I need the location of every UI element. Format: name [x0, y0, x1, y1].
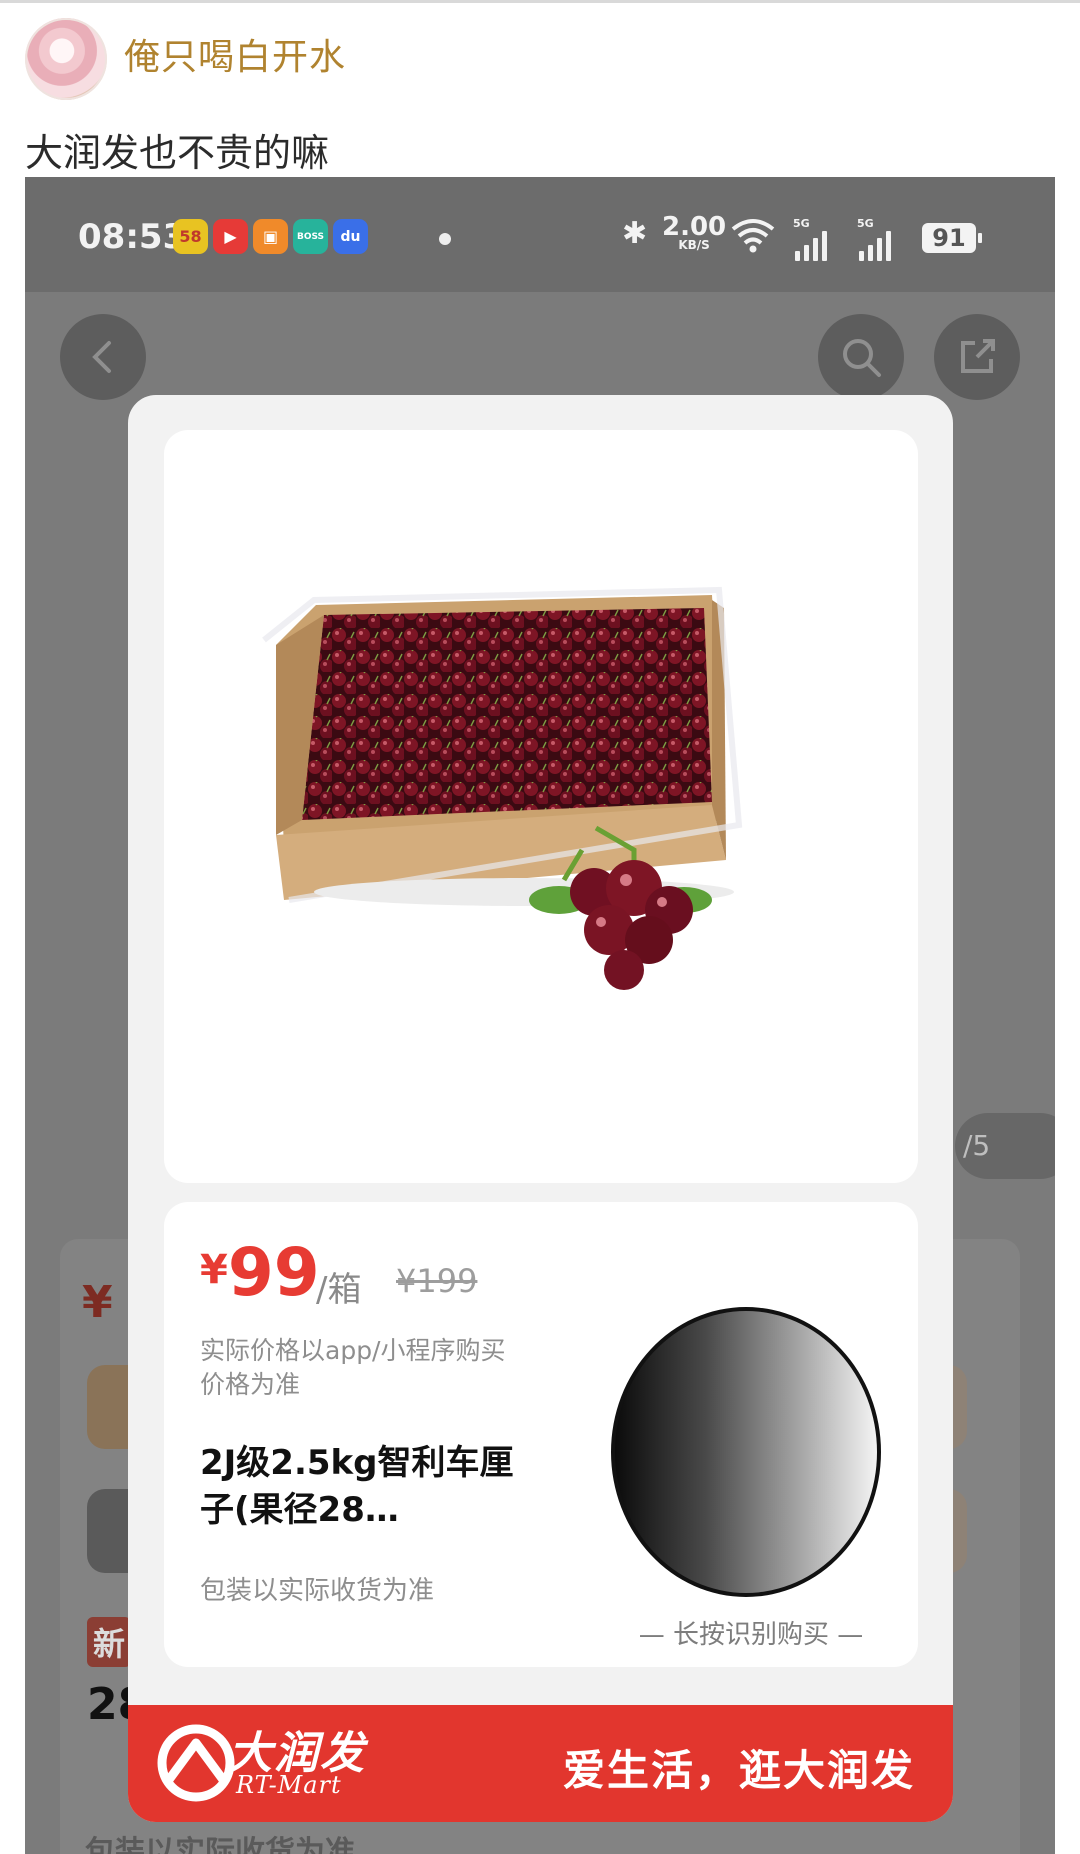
price-value: 99 [227, 1234, 320, 1311]
brand-slogan: 爱生活，逛大润发 [562, 1746, 915, 1795]
58-app-icon: 58 [173, 219, 208, 254]
share-icon [961, 339, 995, 373]
post-text: 大润发也不贵的嘛 [25, 131, 330, 175]
current-price: ¥99 [200, 1234, 320, 1311]
signal-2-icon [859, 231, 891, 261]
back-button[interactable] [60, 314, 146, 400]
search-icon [843, 339, 881, 377]
brand-footer: 大润发 RT-Mart 爱生活，逛大润发 [128, 1705, 953, 1822]
share-button[interactable] [934, 314, 1020, 400]
gift-app-icon: ▣ [253, 219, 288, 254]
boss-app-icon: BOSS [293, 219, 328, 254]
brand-name-en: RT-Mart [236, 1771, 342, 1799]
background-badge-fragment: 新 [87, 1617, 132, 1667]
packaging-note: 包装以实际收货为准 [200, 1576, 435, 1606]
signal-1-icon [795, 231, 827, 261]
avatar[interactable] [25, 18, 107, 100]
background-price-fragment: ¥ [82, 1277, 113, 1328]
price-symbol: ¥ [200, 1247, 228, 1293]
product-image-card [164, 430, 918, 1183]
battery-indicator: 91 [922, 223, 982, 253]
video-app-icon: ▶ [213, 219, 248, 254]
notification-dot [439, 233, 451, 245]
purchase-qr-code[interactable] [611, 1307, 881, 1597]
status-bar: 08:53 58 ▶ ▣ BOSS du ✱ 2.00 KB/S 5G 5G 9… [25, 177, 1055, 292]
product-info-card: ¥99 /箱 ¥199 实际价格以app/小程序购买价格为准 2J级2.5kg智… [164, 1202, 918, 1667]
signal-2-label: 5G [857, 217, 874, 230]
network-speed: 2.00 KB/S [662, 214, 726, 251]
top-divider [0, 0, 1080, 3]
qr-caption: — 长按识别购买 — [638, 1620, 864, 1650]
chevron-left-icon [92, 341, 111, 373]
share-poster-modal: ¥99 /箱 ¥199 实际价格以app/小程序购买价格为准 2J级2.5kg智… [128, 395, 953, 1822]
price-note: 实际价格以app/小程序购买价格为准 [200, 1336, 506, 1399]
search-button[interactable] [818, 314, 904, 400]
bluetooth-icon: ✱ [622, 216, 648, 251]
price-unit: /箱 [316, 1270, 362, 1310]
rt-mart-logo-icon [157, 1724, 235, 1802]
baidu-app-icon: du [333, 219, 368, 254]
wifi-icon [731, 219, 775, 253]
background-bottom-fragment: 包装以实际收货为准 [85, 1835, 355, 1854]
product-title: 2J级2.5kg智利车厘子(果径28… [200, 1443, 514, 1530]
signal-1-label: 5G [793, 217, 810, 230]
author-name[interactable]: 俺只喝白开水 [124, 28, 346, 80]
product-image [262, 586, 743, 990]
status-time: 08:53 [78, 217, 187, 257]
image-page-indicator: /5 [955, 1113, 1055, 1179]
original-price: ¥199 [396, 1262, 478, 1300]
